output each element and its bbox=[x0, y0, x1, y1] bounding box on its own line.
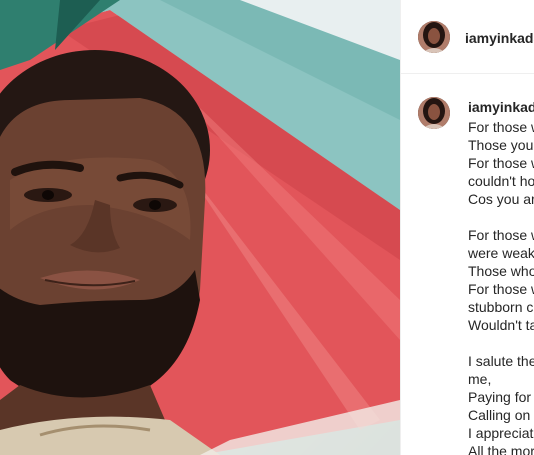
caption-line: For those w bbox=[468, 281, 534, 297]
caption-line: I appreciat bbox=[468, 425, 534, 441]
caption-line: Paying for bbox=[468, 389, 532, 405]
post-caption: For those w Those you For those w couldn… bbox=[468, 118, 534, 455]
caption-line: couldn't ho bbox=[468, 173, 534, 189]
caption-username[interactable]: iamyinkada bbox=[468, 99, 534, 115]
caption-line: Those who bbox=[468, 263, 534, 279]
caption-line: For those w bbox=[468, 155, 534, 171]
avatar-image bbox=[418, 21, 450, 53]
caption-line: For those w bbox=[468, 119, 534, 135]
caption-avatar[interactable] bbox=[418, 97, 450, 129]
caption-line: Those you bbox=[468, 137, 534, 153]
post-sidebar: iamyinkada iamyinkada For those w Those … bbox=[400, 0, 534, 455]
post-username[interactable]: iamyinkada bbox=[465, 30, 534, 46]
caption-line: I salute the bbox=[468, 353, 534, 369]
caption-gap bbox=[468, 334, 534, 352]
caption-line: stubborn c bbox=[468, 299, 534, 315]
avatar[interactable] bbox=[418, 21, 450, 53]
caption-line: Wouldn't ta bbox=[468, 317, 534, 333]
caption-line: All the mor bbox=[468, 443, 534, 455]
selfie-image bbox=[0, 0, 400, 455]
post-header: iamyinkada bbox=[401, 0, 534, 74]
avatar-image bbox=[418, 97, 450, 129]
caption-line: Cos you are bbox=[468, 191, 534, 207]
caption-line: For those w bbox=[468, 227, 534, 243]
caption-line: me, bbox=[468, 371, 492, 387]
caption-line: Calling on bbox=[468, 407, 531, 423]
caption-gap bbox=[468, 208, 534, 226]
post-photo[interactable] bbox=[0, 0, 400, 455]
caption-line: were weak, bbox=[468, 245, 534, 261]
